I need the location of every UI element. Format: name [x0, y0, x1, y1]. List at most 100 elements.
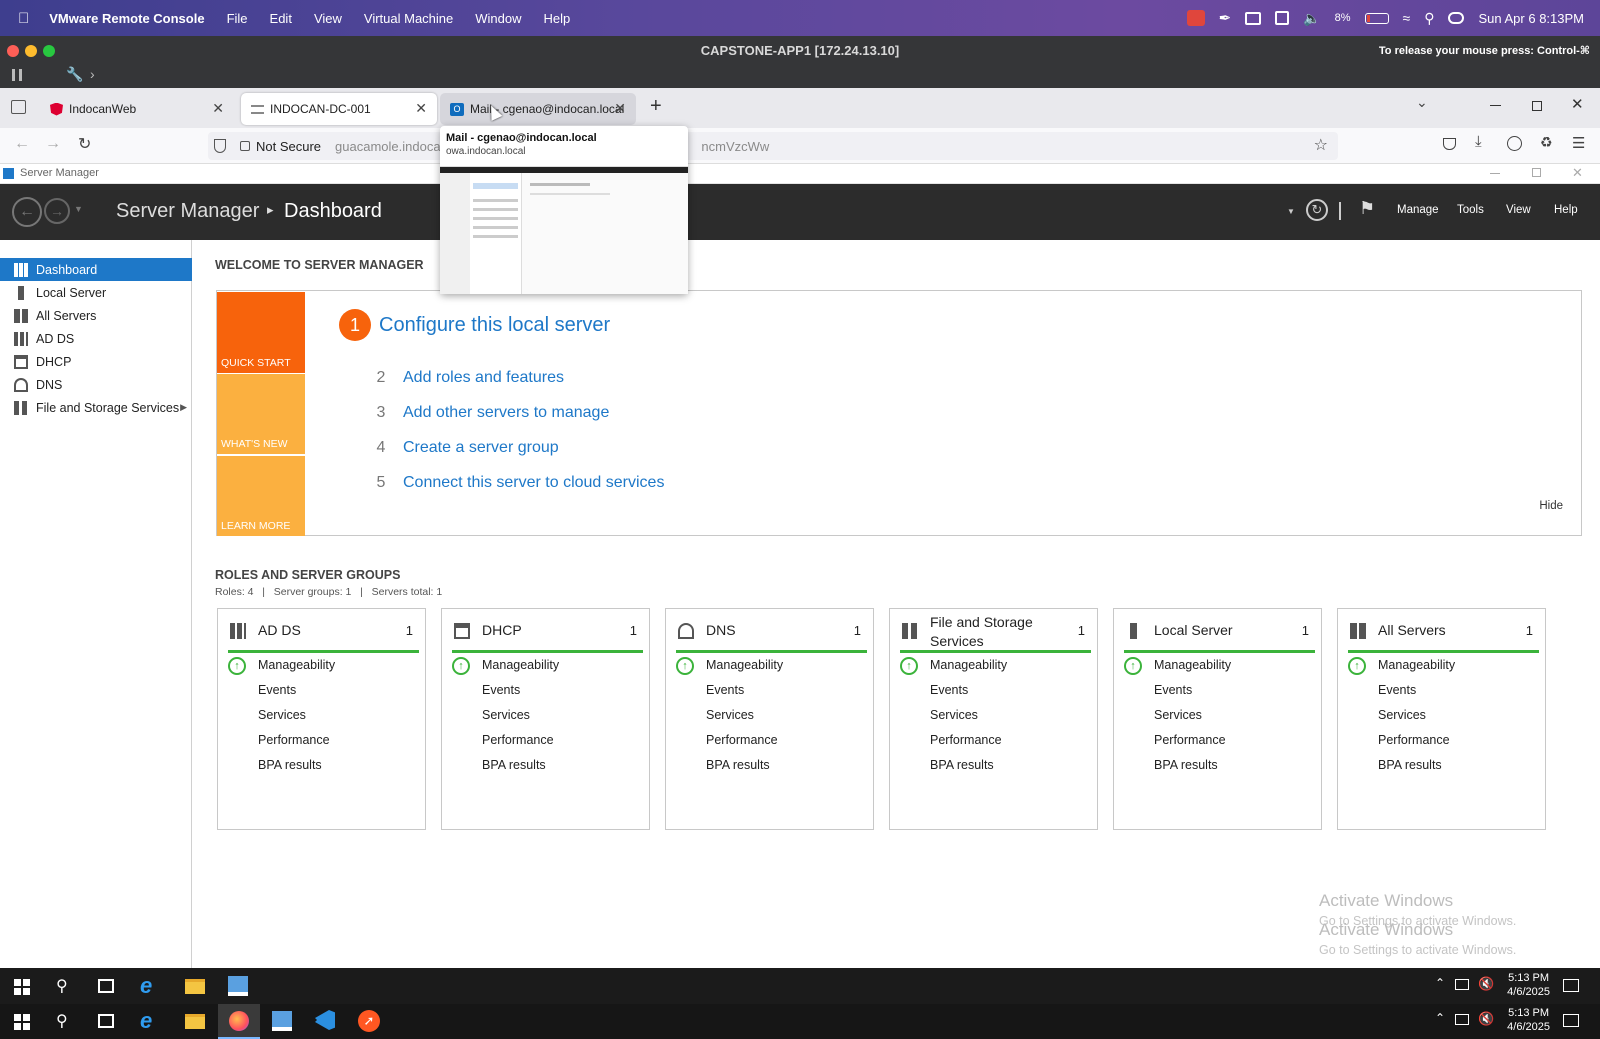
- sidebar-item-local-server[interactable]: Local Server: [0, 281, 192, 304]
- card-row-manageability[interactable]: Manageability: [258, 658, 335, 672]
- control-center-icon[interactable]: [1448, 12, 1465, 24]
- mac-menu-help[interactable]: Help: [544, 11, 571, 26]
- card-row-manageability[interactable]: Manageability: [706, 658, 783, 672]
- notifications-flag-icon[interactable]: ⚑: [1359, 198, 1375, 219]
- forward-icon[interactable]: →: [45, 135, 61, 153]
- sidebar-item-dns[interactable]: DNS: [0, 373, 192, 396]
- nav-back-icon[interactable]: ←: [12, 197, 42, 227]
- step-create-group[interactable]: 4 Create a server group: [369, 439, 559, 457]
- menu-tools[interactable]: Tools: [1457, 204, 1484, 216]
- role-card-all-servers[interactable]: All Servers 1 ↑ Manageability Events Ser…: [1337, 608, 1546, 830]
- card-row-bpa[interactable]: BPA results: [930, 758, 994, 772]
- mac-menu-file[interactable]: File: [227, 11, 248, 26]
- card-row-manageability[interactable]: Manageability: [482, 658, 559, 672]
- quill-icon[interactable]: ✒: [1219, 9, 1232, 27]
- battery-icon[interactable]: [1364, 12, 1389, 24]
- url-bar[interactable]: Not Secure guacamole.indocan. ncmVzcWw ☆: [208, 132, 1338, 160]
- shield-icon[interactable]: [214, 139, 226, 153]
- url-text[interactable]: guacamole.indocan.: [335, 139, 451, 154]
- step-add-servers[interactable]: 3 Add other servers to manage: [369, 404, 610, 422]
- brave-icon[interactable]: ➚: [358, 1010, 380, 1032]
- account-icon[interactable]: [1507, 136, 1522, 151]
- sidebar-item-file-storage[interactable]: File and Storage Services ▶: [0, 396, 192, 419]
- step-link[interactable]: Add other servers to manage: [403, 404, 609, 422]
- card-row-performance[interactable]: Performance: [482, 733, 554, 747]
- network-icon[interactable]: [1455, 1014, 1469, 1025]
- dropdown-arrow-icon[interactable]: ▼: [1287, 207, 1295, 216]
- card-title[interactable]: File and Storage Services: [930, 613, 1070, 651]
- card-row-services[interactable]: Services: [258, 708, 306, 722]
- step1-label[interactable]: Configure this local server: [379, 314, 610, 337]
- volume-muted-icon[interactable]: 🔇: [1478, 976, 1494, 992]
- mac-menu-view[interactable]: View: [314, 11, 342, 26]
- extensions-icon[interactable]: ♻: [1540, 134, 1553, 151]
- nav-forward-icon[interactable]: →: [44, 198, 70, 224]
- card-row-bpa[interactable]: BPA results: [1378, 758, 1442, 772]
- step-link[interactable]: Add roles and features: [403, 369, 564, 387]
- tab-mail[interactable]: O Mail - cgenao@indocan.local ✕: [440, 93, 636, 125]
- sm-restore-icon[interactable]: [1532, 168, 1541, 177]
- file-explorer-icon[interactable]: [185, 979, 205, 994]
- role-card-local-server[interactable]: Local Server 1 ↑ Manageability Events Se…: [1113, 608, 1322, 830]
- card-row-bpa[interactable]: BPA results: [706, 758, 770, 772]
- refresh-icon[interactable]: ↻: [1306, 199, 1328, 221]
- tile-whats-new[interactable]: WHAT'S NEW: [217, 374, 305, 454]
- card-row-events[interactable]: Events: [930, 683, 968, 697]
- card-row-manageability[interactable]: Manageability: [1378, 658, 1455, 672]
- expand-arrow-icon[interactable]: ▶: [180, 402, 187, 413]
- tray-chevron-icon[interactable]: ⌃: [1435, 1011, 1445, 1025]
- card-row-services[interactable]: Services: [930, 708, 978, 722]
- task-view-icon[interactable]: [98, 1014, 114, 1028]
- card-row-bpa[interactable]: BPA results: [258, 758, 322, 772]
- card-row-services[interactable]: Services: [482, 708, 530, 722]
- new-tab-icon[interactable]: +: [650, 95, 662, 118]
- file-explorer-icon[interactable]: [185, 1014, 205, 1029]
- card-row-services[interactable]: Services: [1154, 708, 1202, 722]
- card-row-performance[interactable]: Performance: [706, 733, 778, 747]
- mac-clock[interactable]: Sun Apr 6 8:13PM: [1478, 11, 1584, 26]
- sidebar-item-dashboard[interactable]: Dashboard: [0, 258, 192, 281]
- role-card-file-storage[interactable]: File and Storage Services 1 ↑ Manageabil…: [889, 608, 1098, 830]
- internet-explorer-icon[interactable]: e: [140, 973, 152, 999]
- sidebar-item-all-servers[interactable]: All Servers: [0, 304, 192, 327]
- apple-icon[interactable]: : [18, 10, 29, 27]
- tab-indocanweb[interactable]: IndocanWeb ✕: [40, 93, 234, 125]
- start-icon[interactable]: [14, 1014, 30, 1030]
- display-icon[interactable]: [1245, 11, 1262, 25]
- spotlight-icon[interactable]: ⚲: [1424, 10, 1434, 27]
- internet-explorer-icon[interactable]: e: [140, 1008, 152, 1034]
- tile-quick-start[interactable]: QUICK START: [217, 292, 305, 373]
- mac-menu-window[interactable]: Window: [475, 11, 521, 26]
- nav-history-icon[interactable]: ▼: [74, 204, 83, 214]
- menu-icon[interactable]: ☰: [1572, 134, 1585, 152]
- card-row-events[interactable]: Events: [482, 683, 520, 697]
- pocket-icon[interactable]: [1443, 138, 1456, 150]
- role-card-ad-ds[interactable]: AD DS 1 ↑ Manageability Events Services …: [217, 608, 426, 830]
- close-tab-icon[interactable]: ✕: [415, 100, 427, 117]
- step-link[interactable]: Connect this server to cloud services: [403, 474, 664, 492]
- card-row-performance[interactable]: Performance: [1378, 733, 1450, 747]
- minimize-icon[interactable]: [1490, 105, 1501, 106]
- menu-help[interactable]: Help: [1554, 204, 1578, 216]
- card-row-services[interactable]: Services: [1378, 708, 1426, 722]
- wifi-icon[interactable]: ≈: [1403, 10, 1411, 26]
- screen-record-icon[interactable]: [1186, 10, 1205, 26]
- card-title[interactable]: DHCP: [482, 621, 622, 640]
- card-row-performance[interactable]: Performance: [1154, 733, 1226, 747]
- step-connect-cloud[interactable]: 5 Connect this server to cloud services: [369, 474, 665, 492]
- server-manager-taskbar-icon[interactable]: [272, 1011, 292, 1031]
- reload-icon[interactable]: ↻: [78, 134, 91, 154]
- close-icon[interactable]: ✕: [1571, 95, 1584, 113]
- list-tabs-icon[interactable]: ⌄: [1416, 94, 1428, 111]
- server-manager-taskbar-icon[interactable]: [228, 976, 248, 996]
- action-center-icon[interactable]: [1563, 979, 1579, 992]
- pause-icon[interactable]: [12, 69, 22, 81]
- taskbar-clock[interactable]: 5:13 PM 4/6/2025: [1507, 971, 1550, 999]
- mac-app-name[interactable]: VMware Remote Console: [49, 11, 204, 26]
- card-title[interactable]: AD DS: [258, 621, 398, 640]
- download-icon[interactable]: ⤓: [1475, 133, 1482, 150]
- search-icon[interactable]: ⚲: [56, 976, 68, 996]
- hide-link[interactable]: Hide: [1539, 500, 1563, 512]
- card-title[interactable]: DNS: [706, 621, 846, 640]
- volume-muted-icon[interactable]: 🔇: [1478, 1011, 1494, 1027]
